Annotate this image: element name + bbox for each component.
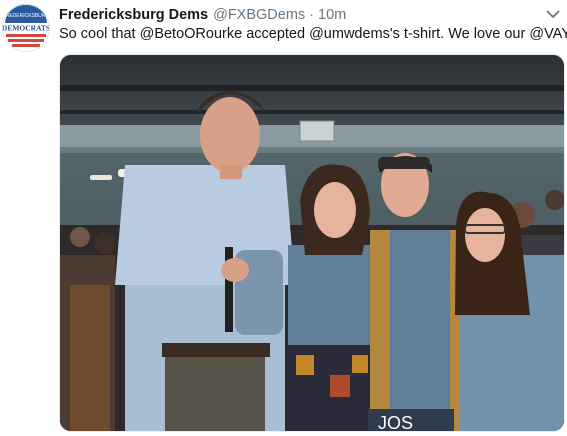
avatar-top-text: FREDERICKSBURG: [3, 13, 50, 19]
separator-dot: ·: [309, 7, 314, 23]
profile-avatar[interactable]: FREDERICKSBURG DEMOCRATS: [2, 4, 50, 52]
tweet-header: Fredericksburg Dems @FXBGDems · 10m: [59, 5, 547, 25]
timestamp[interactable]: 10m: [318, 5, 346, 25]
sign-text: JOS: [378, 413, 413, 432]
democrat-logo-avatar-icon: FREDERICKSBURG DEMOCRATS: [2, 4, 50, 52]
display-name[interactable]: Fredericksburg Dems: [59, 5, 208, 25]
chevron-down-icon: [546, 10, 560, 18]
avatar-mid-text: DEMOCRATS: [2, 24, 50, 33]
user-handle[interactable]: @FXBGDems: [213, 5, 305, 25]
tweet[interactable]: FREDERICKSBURG DEMOCRATS Fredericksburg …: [0, 0, 567, 436]
group-photo-image: JOS: [60, 55, 564, 432]
tweet-photo[interactable]: JOS: [59, 54, 565, 432]
tweet-text: So cool that @BetoORourke accepted @umwd…: [59, 26, 567, 42]
tweet-menu-button[interactable]: [543, 6, 563, 22]
